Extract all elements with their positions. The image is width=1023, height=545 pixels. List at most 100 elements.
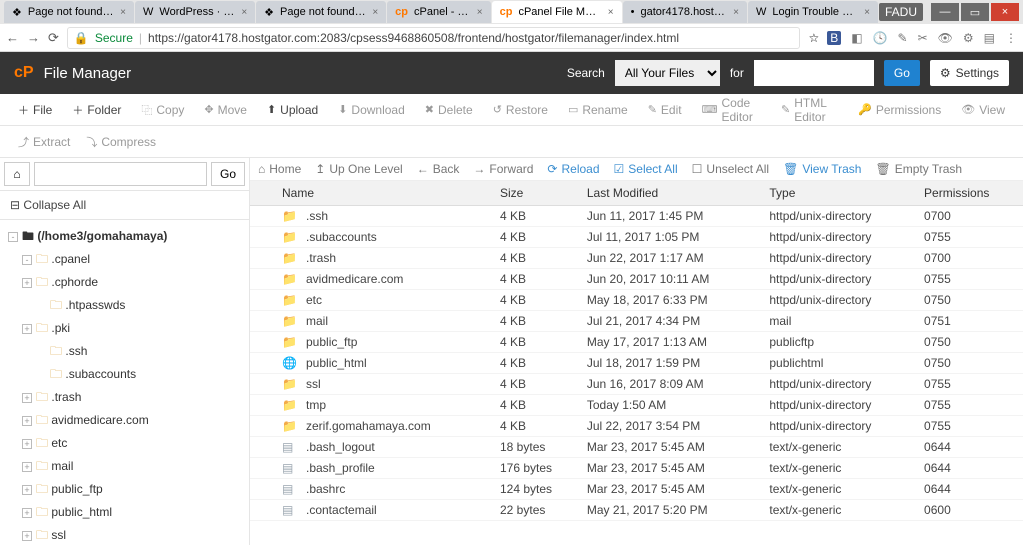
tree-node[interactable]: +🗀 mail — [8, 456, 245, 479]
table-row[interactable]: 📁.subaccounts4 KBJul 11, 2017 1:05 PMhtt… — [250, 227, 1023, 248]
window-close-button[interactable]: × — [991, 3, 1019, 21]
tree-toggle-icon[interactable]: - — [8, 232, 18, 242]
select-all-button[interactable]: ☑Select All — [614, 162, 678, 176]
table-row[interactable]: 📁avidmedicare.com4 KBJun 20, 2017 10:11 … — [250, 269, 1023, 290]
col-name[interactable]: Name — [276, 181, 494, 206]
settings-button[interactable]: ⚙Settings — [930, 60, 1009, 86]
url-input[interactable] — [148, 31, 793, 45]
table-row[interactable]: 📁mail4 KBJul 21, 2017 4:34 PMmail0751 — [250, 311, 1023, 332]
ext-icon[interactable]: 👁 — [938, 31, 953, 45]
tree-toggle-icon[interactable]: + — [22, 278, 32, 288]
tree-node[interactable]: 🗀 .subaccounts — [8, 364, 245, 387]
table-row[interactable]: 📁.ssh4 KBJun 11, 2017 1:45 PMhttpd/unix-… — [250, 206, 1023, 227]
table-row[interactable]: ▤.bash_logout18 bytesMar 23, 2017 5:45 A… — [250, 437, 1023, 458]
tree-toggle-icon[interactable]: + — [22, 531, 32, 541]
restore-button[interactable]: ↺Restore — [485, 99, 556, 121]
table-row[interactable]: 📁.trash4 KBJun 22, 2017 1:17 AMhttpd/uni… — [250, 248, 1023, 269]
ext-icon[interactable]: ▤ — [984, 31, 995, 45]
tree-node[interactable]: +🗀 .cphorde — [8, 272, 245, 295]
tree-toggle-icon[interactable]: + — [22, 462, 32, 472]
tree-node[interactable]: -🗀 .cpanel — [8, 249, 245, 272]
up-one-level-button[interactable]: ↥Up One Level — [315, 162, 402, 176]
tree-node[interactable]: 🗀 .htpasswds — [8, 295, 245, 318]
home-path-button[interactable]: ⌂ — [4, 162, 30, 186]
delete-button[interactable]: ✖Delete — [417, 99, 481, 121]
tree-node[interactable]: +🗀 .pki — [8, 318, 245, 341]
path-go-button[interactable]: Go — [211, 162, 245, 186]
tree-node[interactable]: +🗀 etc — [8, 433, 245, 456]
ext-icon[interactable]: ◧ — [851, 31, 862, 45]
browser-tab[interactable]: WWordPress · Error× — [135, 1, 255, 23]
tree-root[interactable]: -🖿 (/home3/gomahamaya) — [8, 226, 245, 249]
table-row[interactable]: ▤.bash_profile176 bytesMar 23, 2017 5:45… — [250, 458, 1023, 479]
url-box[interactable]: 🔒 Secure | — [67, 27, 801, 49]
search-input[interactable] — [754, 60, 874, 86]
view-trash-button[interactable]: 🗑View Trash — [783, 162, 861, 176]
tree-toggle-icon[interactable]: + — [22, 439, 32, 449]
forward-button[interactable]: →Forward — [473, 162, 533, 176]
tree-node[interactable]: +🗀 ssl — [8, 525, 245, 545]
tree-node[interactable]: +🗀 public_html — [8, 502, 245, 525]
search-go-button[interactable]: Go — [884, 60, 920, 86]
collapse-all-button[interactable]: ⊟ Collapse All — [0, 191, 249, 220]
empty-trash-button[interactable]: 🗑Empty Trash — [875, 162, 962, 176]
new-folder-button[interactable]: ＋Folder — [64, 98, 129, 122]
menu-icon[interactable]: ⋮ — [1005, 31, 1017, 45]
move-button[interactable]: ✥Move — [196, 99, 255, 121]
ext-b-icon[interactable]: B — [827, 31, 841, 45]
close-tab-icon[interactable]: × — [608, 7, 614, 18]
extract-button[interactable]: ⤴Extract — [10, 130, 78, 154]
path-input[interactable] — [34, 162, 207, 186]
browser-tab[interactable]: WLogin Trouble « W…× — [748, 1, 878, 23]
table-row[interactable]: 📁etc4 KBMay 18, 2017 6:33 PMhttpd/unix-d… — [250, 290, 1023, 311]
new-file-button[interactable]: ＋File — [10, 98, 60, 122]
tree-node[interactable]: 🗀 .ssh — [8, 341, 245, 364]
download-button[interactable]: ⬇Download — [330, 99, 413, 121]
close-tab-icon[interactable]: × — [372, 7, 378, 18]
browser-tab[interactable]: cpcPanel - Main× — [387, 1, 490, 23]
col-size[interactable]: Size — [494, 181, 581, 206]
tree-node[interactable]: +🗀 public_ftp — [8, 479, 245, 502]
browser-tab[interactable]: cpcPanel File Manag…× — [492, 1, 622, 23]
close-tab-icon[interactable]: × — [241, 7, 247, 18]
search-scope-select[interactable]: All Your Files — [615, 60, 720, 86]
close-tab-icon[interactable]: × — [120, 7, 126, 18]
col-type[interactable]: Type — [763, 181, 918, 206]
nav-forward-icon[interactable]: → — [27, 30, 40, 45]
window-minimize-button[interactable]: — — [931, 3, 959, 21]
close-tab-icon[interactable]: × — [733, 7, 739, 18]
window-maximize-button[interactable]: ▭ — [961, 3, 989, 21]
table-row[interactable]: 🌐public_html4 KBJul 18, 2017 1:59 PMpubl… — [250, 353, 1023, 374]
tree-toggle-icon[interactable]: - — [22, 255, 32, 265]
rename-button[interactable]: ▭Rename — [560, 99, 636, 121]
home-button[interactable]: ⌂Home — [258, 162, 301, 176]
browser-tab[interactable]: •gator4178.hostgat…× — [623, 1, 747, 23]
edit-button[interactable]: ✎Edit — [640, 99, 690, 121]
permissions-button[interactable]: 🔑Permissions — [850, 99, 949, 121]
tree-toggle-icon[interactable]: + — [22, 508, 32, 518]
table-row[interactable]: 📁ssl4 KBJun 16, 2017 8:09 AMhttpd/unix-d… — [250, 374, 1023, 395]
table-row[interactable]: ▤.bashrc124 bytesMar 23, 2017 5:45 AMtex… — [250, 479, 1023, 500]
ext-icon[interactable]: 🕓 — [873, 31, 888, 45]
tree-node[interactable]: +🗀 avidmedicare.com — [8, 410, 245, 433]
browser-tab[interactable]: ❖Page not found – I…× — [256, 1, 386, 23]
html-editor-button[interactable]: ✎HTML Editor — [773, 92, 846, 128]
upload-button[interactable]: ⬆Upload — [259, 99, 326, 121]
nav-back-icon[interactable]: ← — [6, 30, 19, 45]
table-row[interactable]: 📁tmp4 KBToday 1:50 AMhttpd/unix-director… — [250, 395, 1023, 416]
copy-button[interactable]: ⿻Copy — [133, 98, 192, 122]
back-button[interactable]: ←Back — [417, 162, 460, 176]
unselect-all-button[interactable]: ☐Unselect All — [692, 162, 769, 176]
ext-icon[interactable]: ✂ — [918, 31, 928, 45]
compress-button[interactable]: ⤵Compress — [78, 130, 164, 154]
view-button[interactable]: 👁View — [953, 99, 1013, 121]
reload-button[interactable]: ⟳Reload — [547, 162, 599, 176]
table-row[interactable]: ▤.contactemail22 bytesMay 21, 2017 5:20 … — [250, 500, 1023, 521]
tree-toggle-icon[interactable]: + — [22, 485, 32, 495]
ext-icon[interactable]: ⚙ — [963, 31, 974, 45]
tree-toggle-icon[interactable]: + — [22, 416, 32, 426]
browser-tab[interactable]: ❖Page not found – I…× — [4, 1, 134, 23]
table-row[interactable]: 📁public_ftp4 KBMay 17, 2017 1:13 AMpubli… — [250, 332, 1023, 353]
col-permissions[interactable]: Permissions — [918, 181, 1023, 206]
star-icon[interactable]: ☆ — [808, 31, 819, 45]
